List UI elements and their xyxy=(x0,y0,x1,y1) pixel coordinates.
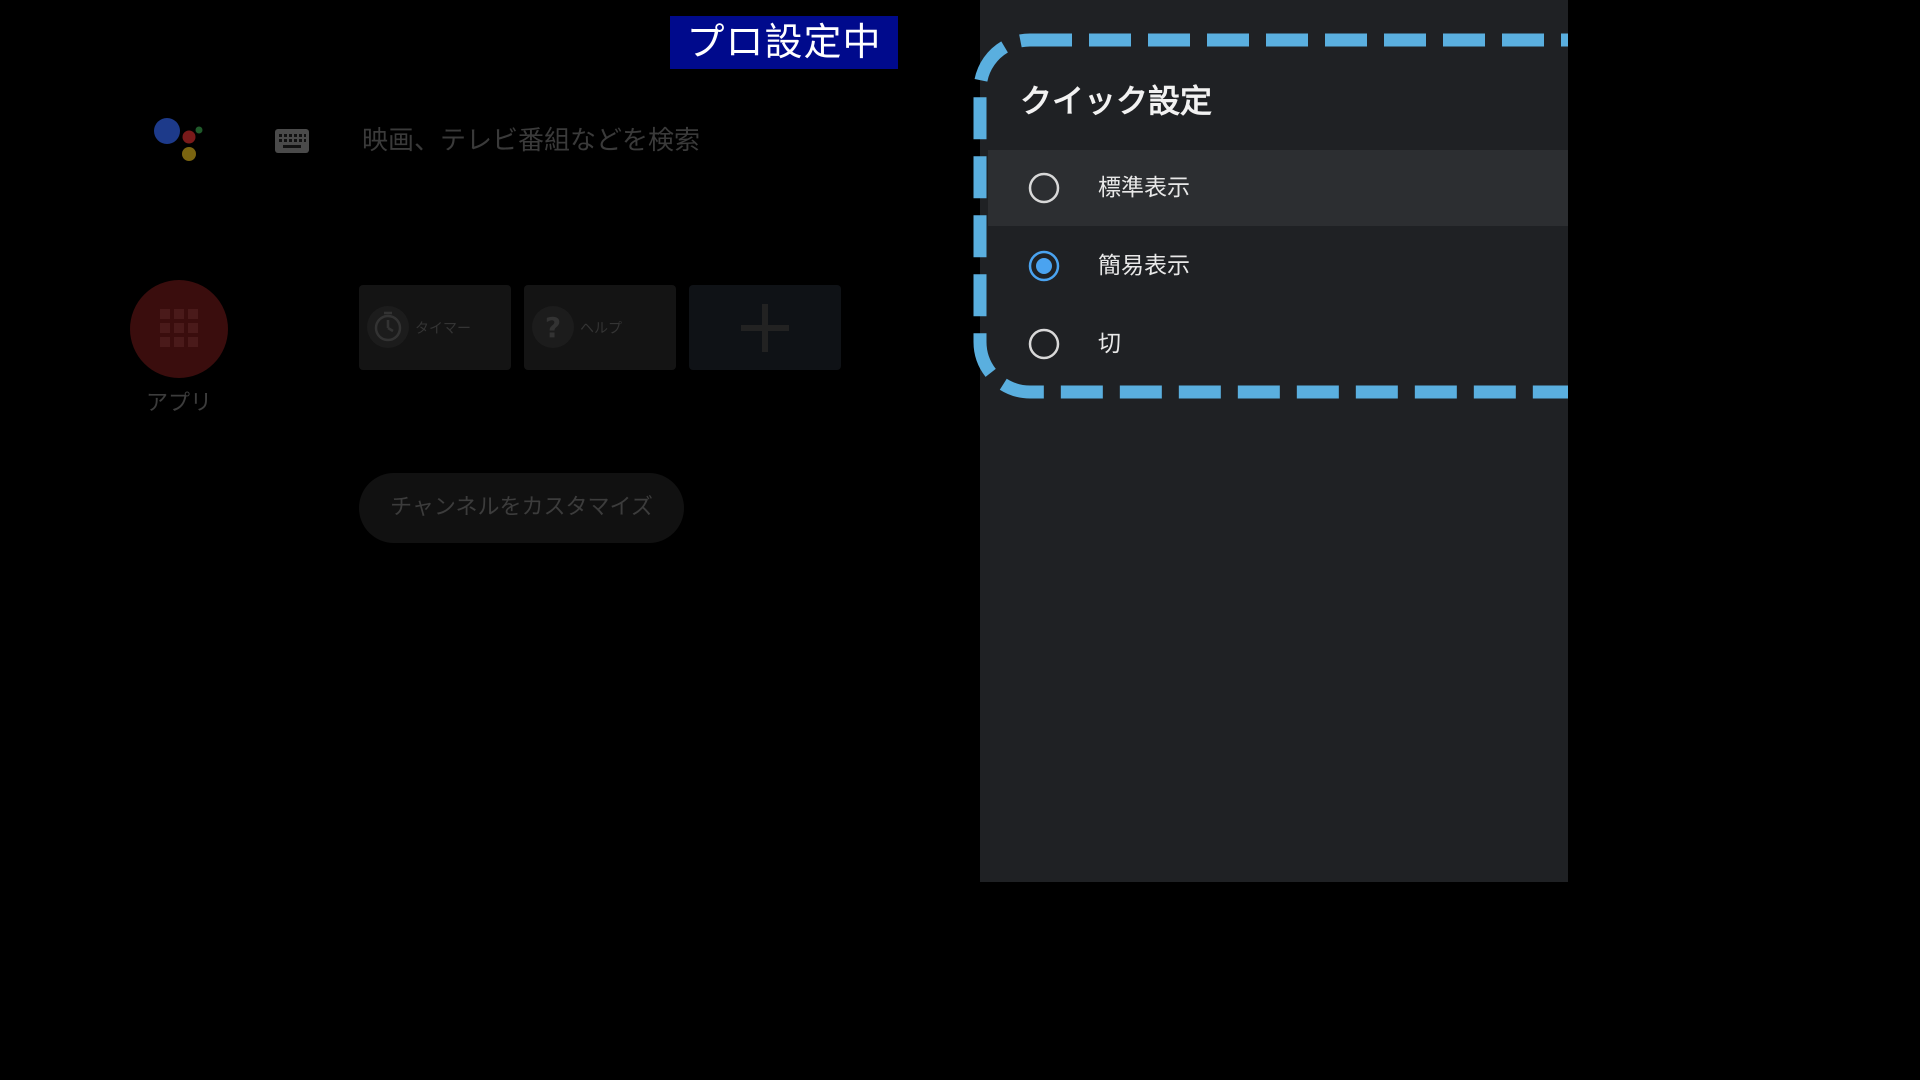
help-label: ヘルプ xyxy=(580,321,622,337)
google-assistant-icon[interactable] xyxy=(150,115,210,165)
timer-icon xyxy=(367,306,409,348)
svg-text:?: ? xyxy=(545,311,561,344)
option-standard-display[interactable]: 標準表示 xyxy=(988,150,1568,226)
radio-unselected-icon xyxy=(1028,328,1060,360)
option-off[interactable]: 切 xyxy=(988,306,1568,382)
add-tile[interactable] xyxy=(689,285,841,370)
home-screen-dimmed: プロ設定中 映画、テレビ番組などを検索 アプリ タイマー ? ヘルプ チャンネル… xyxy=(0,0,980,882)
timer-tile[interactable]: タイマー xyxy=(359,285,511,370)
search-placeholder[interactable]: 映画、テレビ番組などを検索 xyxy=(362,120,700,157)
timer-label: タイマー xyxy=(415,321,471,337)
option-simple-display[interactable]: 簡易表示 xyxy=(988,228,1568,304)
apps-grid-icon xyxy=(160,309,198,347)
quick-settings-panel: クイック設定 標準表示 簡易表示 切 xyxy=(980,0,1568,882)
customize-channels-button[interactable]: チャンネルをカスタマイズ xyxy=(359,473,684,543)
radio-selected-icon xyxy=(1028,250,1060,282)
option-label: 標準表示 xyxy=(1098,175,1190,201)
quick-settings-title: クイック設定 xyxy=(1020,82,1213,120)
screen: プロ設定中 映画、テレビ番組などを検索 アプリ タイマー ? ヘルプ チャンネル… xyxy=(0,0,1568,882)
plus-icon xyxy=(741,304,789,352)
radio-unselected-icon xyxy=(1028,172,1060,204)
pro-settings-badge: プロ設定中 xyxy=(670,16,898,69)
help-icon: ? xyxy=(532,306,574,348)
option-label: 切 xyxy=(1098,331,1121,357)
keyboard-icon[interactable] xyxy=(275,127,311,155)
help-tile[interactable]: ? ヘルプ xyxy=(524,285,676,370)
apps-label: アプリ xyxy=(145,391,212,416)
option-label: 簡易表示 xyxy=(1098,253,1190,279)
